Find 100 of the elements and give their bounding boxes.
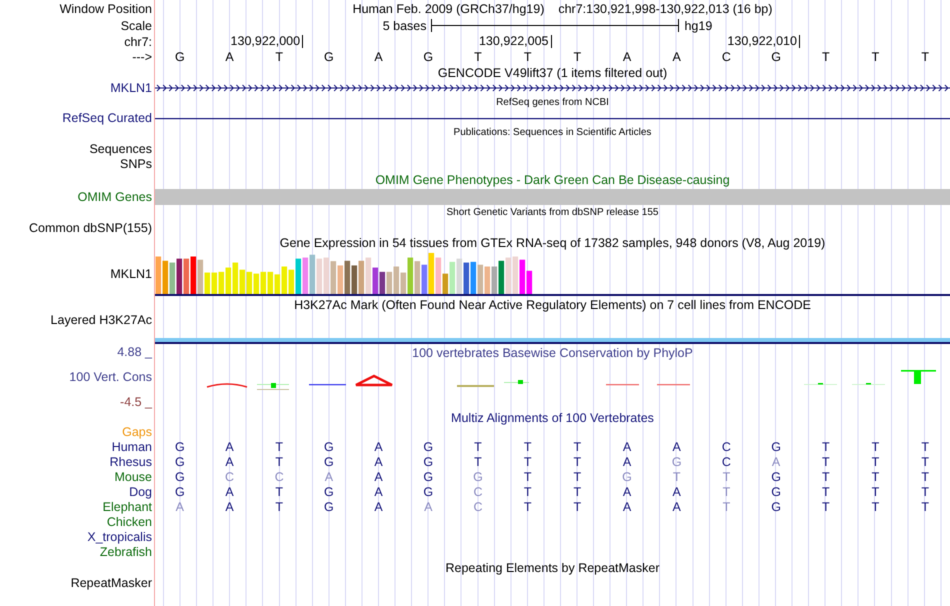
aligned-base: G (423, 440, 434, 454)
strand-label: ---> (132, 50, 152, 64)
track-label[interactable]: Sequences (89, 142, 152, 156)
assembly-text: Human Feb. 2009 (GRCh37/hg19) (352, 2, 544, 16)
aligned-base: T (872, 500, 880, 514)
reference-base: T (524, 50, 532, 64)
aligned-base: A (772, 454, 780, 468)
track-label[interactable]: OMIM Genes (78, 190, 152, 204)
aligned-base: G (423, 470, 434, 484)
aligned-base: C (722, 440, 731, 454)
aligned-base: T (822, 470, 830, 484)
aligned-base: T (822, 484, 830, 498)
aligned-base: C (274, 470, 284, 484)
aligned-base: A (672, 500, 681, 514)
aligned-base: C (473, 500, 482, 514)
aligned-base: T (524, 470, 532, 484)
aligned-base: G (324, 484, 334, 498)
reference-base: T (474, 50, 482, 64)
track-label[interactable]: SNPs (120, 157, 152, 171)
row-label: chr7: (124, 34, 152, 48)
reference-base: G (423, 50, 434, 64)
track-title: Short Genetic Variants from dbSNP release 155 (446, 206, 658, 220)
aligned-base: G (622, 470, 632, 484)
aligned-base: G (174, 484, 185, 498)
reference-base: A (622, 50, 632, 64)
species-label: Human (112, 440, 152, 454)
position-text: chr7:130,921,998-130,922,013 (16 bp) (558, 2, 772, 16)
reference-base: T (574, 50, 582, 64)
assembly-name: hg19 (684, 18, 712, 32)
aligned-base: T (822, 454, 830, 468)
aligned-base: A (374, 484, 383, 498)
position-tick-label: 130,922,005 (478, 35, 552, 48)
aligned-base: T (524, 440, 532, 454)
aligned-base: A (672, 484, 681, 498)
species-label: Rhesus (110, 454, 152, 468)
aligned-base: T (574, 454, 582, 468)
aligned-base: G (771, 470, 781, 484)
track-label[interactable]: RepeatMasker (70, 576, 152, 590)
aligned-base: G (771, 484, 781, 498)
species-label: Mouse (114, 470, 152, 484)
aligned-base: T (822, 500, 830, 514)
species-label: Elephant (102, 500, 152, 514)
aligned-base: G (174, 470, 185, 484)
aligned-base: T (872, 484, 880, 498)
aligned-base: A (176, 500, 184, 514)
aligned-base: G (771, 440, 781, 454)
reference-base: T (822, 50, 830, 64)
species-label: Zebrafish (100, 544, 152, 558)
track-title: H3K27Ac Mark (Often Found Near Active Regulatory Elements) on 7 cell lines from ENCODE (294, 298, 811, 312)
track-title: Gene Expression in 54 tissues from GTEx RNA-seq of 17382 samples, 948 donors (V8, Aug 2019) (280, 236, 826, 250)
aligned-base: T (524, 454, 532, 468)
position-tick-label: 130,922,010 (727, 35, 800, 48)
aligned-base: A (225, 440, 234, 454)
track-label[interactable]: RefSeq Curated (62, 111, 152, 125)
gene-line[interactable] (155, 116, 950, 120)
track-label[interactable]: 100 Vert. Cons (69, 370, 152, 384)
aligned-base: A (424, 500, 432, 514)
track-title: GENCODE V49lift37 (1 items filtered out) (438, 66, 668, 80)
track-label[interactable]: Layered H3K27Ac (50, 313, 152, 327)
species-label: Dog (129, 484, 152, 498)
axis-max-label: 4.88 _ (117, 345, 152, 359)
aligned-base: T (524, 500, 532, 514)
aligned-base: T (672, 470, 681, 484)
aligned-base: G (324, 500, 334, 514)
aligned-base: T (574, 440, 582, 454)
aligned-base: A (225, 484, 234, 498)
aligned-base: G (324, 454, 334, 468)
aligned-base: T (275, 454, 284, 468)
aligned-base: T (574, 470, 582, 484)
scale-text: 5 bases (382, 18, 426, 32)
aligned-base: T (921, 500, 929, 514)
aligned-base: G (423, 484, 434, 498)
aligned-base: A (622, 454, 632, 468)
track-label[interactable]: Common dbSNP(155) (29, 221, 152, 235)
aligned-base: A (622, 440, 632, 454)
aligned-base: T (474, 440, 482, 454)
reference-base: C (722, 50, 731, 64)
aligned-base: T (275, 500, 284, 514)
aligned-base: G (473, 470, 483, 484)
aligned-base: G (771, 500, 781, 514)
reference-base: A (374, 50, 383, 64)
reference-base: G (324, 50, 334, 64)
reference-base: G (771, 50, 781, 64)
track-title: OMIM Gene Phenotypes - Dark Green Can Be Disease-causing (375, 173, 730, 187)
track-title: Repeating Elements by RepeatMasker (445, 560, 660, 574)
track-title: Publications: Sequences in Scientific Articles (454, 126, 652, 140)
reference-base: T (872, 50, 880, 64)
species-label: Chicken (106, 514, 152, 528)
aligned-base: C (225, 470, 234, 484)
aligned-base: T (574, 500, 582, 514)
track-label[interactable]: MKLN1 (110, 81, 152, 95)
aligned-base: T (722, 484, 730, 498)
aligned-base: C (722, 454, 731, 468)
aligned-base: A (374, 440, 383, 454)
axis-min-label: -4.5 _ (120, 395, 152, 409)
track-label[interactable]: MKLN1 (110, 266, 152, 280)
aligned-base: T (872, 470, 880, 484)
row-label: Window Position (60, 2, 152, 16)
reference-base: T (275, 50, 284, 64)
aligned-base: T (275, 440, 284, 454)
